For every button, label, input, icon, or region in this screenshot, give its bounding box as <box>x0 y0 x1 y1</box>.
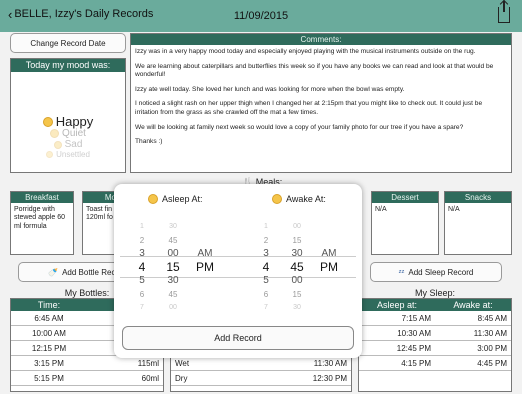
table-row[interactable]: 5:15 PM 60ml <box>11 371 163 386</box>
sleep-icon: ᶻᶻ <box>398 267 405 277</box>
asleep-hour-wheel[interactable]: 1 2 3 4 5 6 7 <box>132 220 152 315</box>
table-row[interactable]: Dry 12:30 PM <box>171 371 351 386</box>
comments-panel[interactable]: Comments: Izzy was in a very happy mood … <box>130 33 512 173</box>
asleep-minute-wheel[interactable]: 30 45 00 15 30 45 00 <box>162 220 184 315</box>
add-record-button[interactable]: Add Record <box>122 326 354 350</box>
change-record-date-button[interactable]: Change Record Date <box>10 33 126 53</box>
awake-face-icon <box>272 194 282 204</box>
mood-header: Today my mood was: <box>11 59 125 72</box>
awake-ampm-wheel[interactable]: AM PM <box>316 247 342 274</box>
sleepy-face-icon <box>148 194 158 204</box>
asleep-ampm-wheel[interactable]: AM PM <box>192 247 218 274</box>
mood-option-quiet[interactable]: Quiet <box>11 128 125 139</box>
table-row[interactable]: 12:45 PM 3:00 PM <box>359 341 511 356</box>
table-row[interactable]: Wet 11:30 AM <box>171 356 351 371</box>
mood-panel: Today my mood was: Happy Quiet Sad Unset… <box>10 58 126 173</box>
add-sleep-record-button[interactable]: ᶻᶻ Add Sleep Record <box>370 262 502 282</box>
table-row[interactable]: 4:15 PM 4:45 PM <box>359 356 511 371</box>
table-row[interactable]: 10:30 AM 11:30 AM <box>359 326 511 341</box>
table-row[interactable]: 7:15 AM 8:45 AM <box>359 311 511 326</box>
sleep-time-picker: Asleep At: Awake At: 1 2 3 4 5 6 7 30 45… <box>114 184 362 358</box>
sleep-title: My Sleep: <box>414 288 456 298</box>
mood-option-sad[interactable]: Sad <box>11 139 125 150</box>
sad-face-icon <box>53 140 62 149</box>
mood-option-unsettled[interactable]: Unsettled <box>11 150 125 159</box>
table-row[interactable]: 3:15 PM 115ml <box>11 356 163 371</box>
sleep-table: Asleep at: Awake at: 7:15 AM 8:45 AM 10:30… <box>358 298 512 392</box>
awake-hour-wheel[interactable]: 1 2 3 4 5 6 7 <box>256 220 276 315</box>
top-bar: ‹ BELLE, Izzy's Daily Records 11/09/2015 <box>0 0 522 32</box>
meal-box-breakfast[interactable]: Breakfast Porridge with stewed apple 60 … <box>10 191 74 255</box>
awake-minute-wheel[interactable]: 00 15 30 45 00 15 30 <box>286 220 308 315</box>
unsettled-face-icon <box>46 151 54 158</box>
bottle-icon: 🍼 <box>48 267 59 277</box>
record-date-title: 11/09/2015 <box>233 10 289 22</box>
comments-body: Izzy was in a very happy mood today and … <box>135 48 494 146</box>
meal-box-dessert[interactable]: Dessert N/A <box>371 191 439 255</box>
awake-at-label: Awake At: <box>272 194 326 204</box>
comments-header: Comments: <box>131 34 511 45</box>
mood-option-happy[interactable]: Happy <box>11 114 125 129</box>
happy-face-icon <box>42 116 53 127</box>
asleep-at-label: Asleep At: <box>148 194 203 204</box>
meal-box-snacks[interactable]: Snacks N/A <box>444 191 512 255</box>
quiet-face-icon <box>50 129 60 138</box>
share-icon[interactable] <box>498 1 510 23</box>
